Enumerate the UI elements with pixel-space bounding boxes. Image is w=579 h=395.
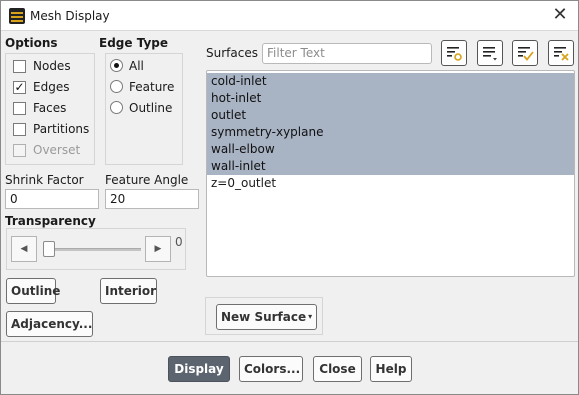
app-logo-icon: [9, 8, 25, 24]
edge-type-heading: Edge Type: [99, 36, 169, 50]
display-button[interactable]: Display: [168, 356, 230, 382]
chevron-down-icon: ▾: [308, 312, 313, 321]
deselect-all-button[interactable]: [548, 40, 574, 66]
new-surface-group: New Surface ▾: [205, 297, 323, 335]
mesh-display-dialog: Mesh Display ✕ Options Nodes ✓ Edges Faces P…: [0, 0, 579, 395]
checkbox-overset: [13, 144, 26, 157]
slider-thumb[interactable]: [43, 241, 55, 257]
radio-all[interactable]: [110, 59, 123, 72]
feature-angle-label: Feature Angle: [105, 173, 189, 187]
list-item[interactable]: outlet: [207, 107, 574, 124]
transparency-value: 0: [175, 235, 183, 249]
slider-decrease-button[interactable]: ◀: [11, 236, 37, 262]
surfaces-label: Surfaces: [206, 46, 258, 60]
radio-feature[interactable]: [110, 80, 123, 93]
checkbox-label-faces: Faces: [33, 101, 67, 115]
close-icon[interactable]: ✕: [550, 5, 570, 25]
slider-track[interactable]: [43, 248, 141, 251]
adjacency-button[interactable]: Adjacency...: [6, 311, 93, 337]
radio-outline[interactable]: [110, 101, 123, 114]
checkbox-partitions[interactable]: [13, 123, 26, 136]
title-bar: Mesh Display ✕: [1, 1, 578, 31]
select-all-icon: [518, 47, 534, 61]
colors-button[interactable]: Colors...: [239, 356, 303, 382]
surface-filter-input[interactable]: Filter Text: [262, 43, 432, 64]
shrink-factor-label: Shrink Factor: [5, 173, 84, 187]
interior-button[interactable]: Interior: [100, 278, 157, 304]
list-item[interactable]: symmetry-xyplane: [207, 124, 574, 141]
new-surface-button[interactable]: New Surface ▾: [216, 304, 317, 330]
surfaces-list[interactable]: cold-inlet hot-inlet outlet symmetry-xyplan…: [206, 70, 575, 277]
list-item[interactable]: wall-elbow: [207, 141, 574, 158]
checkbox-label-nodes: Nodes: [33, 59, 71, 73]
checkbox-label-partitions: Partitions: [33, 122, 90, 136]
list-item[interactable]: wall-inlet: [207, 158, 574, 175]
list-item[interactable]: hot-inlet: [207, 90, 574, 107]
help-button[interactable]: Help: [370, 356, 412, 382]
options-heading: Options: [5, 36, 58, 50]
close-button[interactable]: Close: [313, 356, 362, 382]
checkbox-nodes[interactable]: [13, 60, 26, 73]
list-item[interactable]: cold-inlet: [207, 73, 574, 90]
select-all-button[interactable]: [512, 40, 538, 66]
transparency-slider-group: ◀ ▶: [6, 228, 186, 270]
list-filter-icon: [447, 47, 462, 61]
list-menu-icon: [483, 47, 497, 61]
checkbox-faces[interactable]: [13, 102, 26, 115]
deselect-all-icon: [554, 47, 569, 61]
radio-label-outline: Outline: [129, 101, 173, 115]
checkbox-edges[interactable]: ✓: [13, 81, 26, 94]
list-options-button[interactable]: [477, 40, 503, 66]
outline-button[interactable]: Outline: [6, 278, 60, 304]
feature-angle-input[interactable]: 20: [105, 189, 199, 209]
radio-label-all: All: [129, 59, 144, 73]
footer-divider: [1, 341, 578, 342]
transparency-heading: Transparency: [5, 214, 96, 228]
list-item[interactable]: z=0_outlet: [207, 175, 574, 192]
checkbox-label-overset: Overset: [33, 143, 81, 157]
select-by-type-button[interactable]: [441, 40, 467, 66]
checkbox-label-edges: Edges: [33, 80, 70, 94]
radio-label-feature: Feature: [129, 80, 175, 94]
slider-increase-button[interactable]: ▶: [145, 236, 171, 262]
window-title: Mesh Display: [30, 9, 110, 23]
new-surface-label: New Surface: [221, 310, 307, 324]
shrink-factor-input[interactable]: 0: [5, 189, 99, 209]
